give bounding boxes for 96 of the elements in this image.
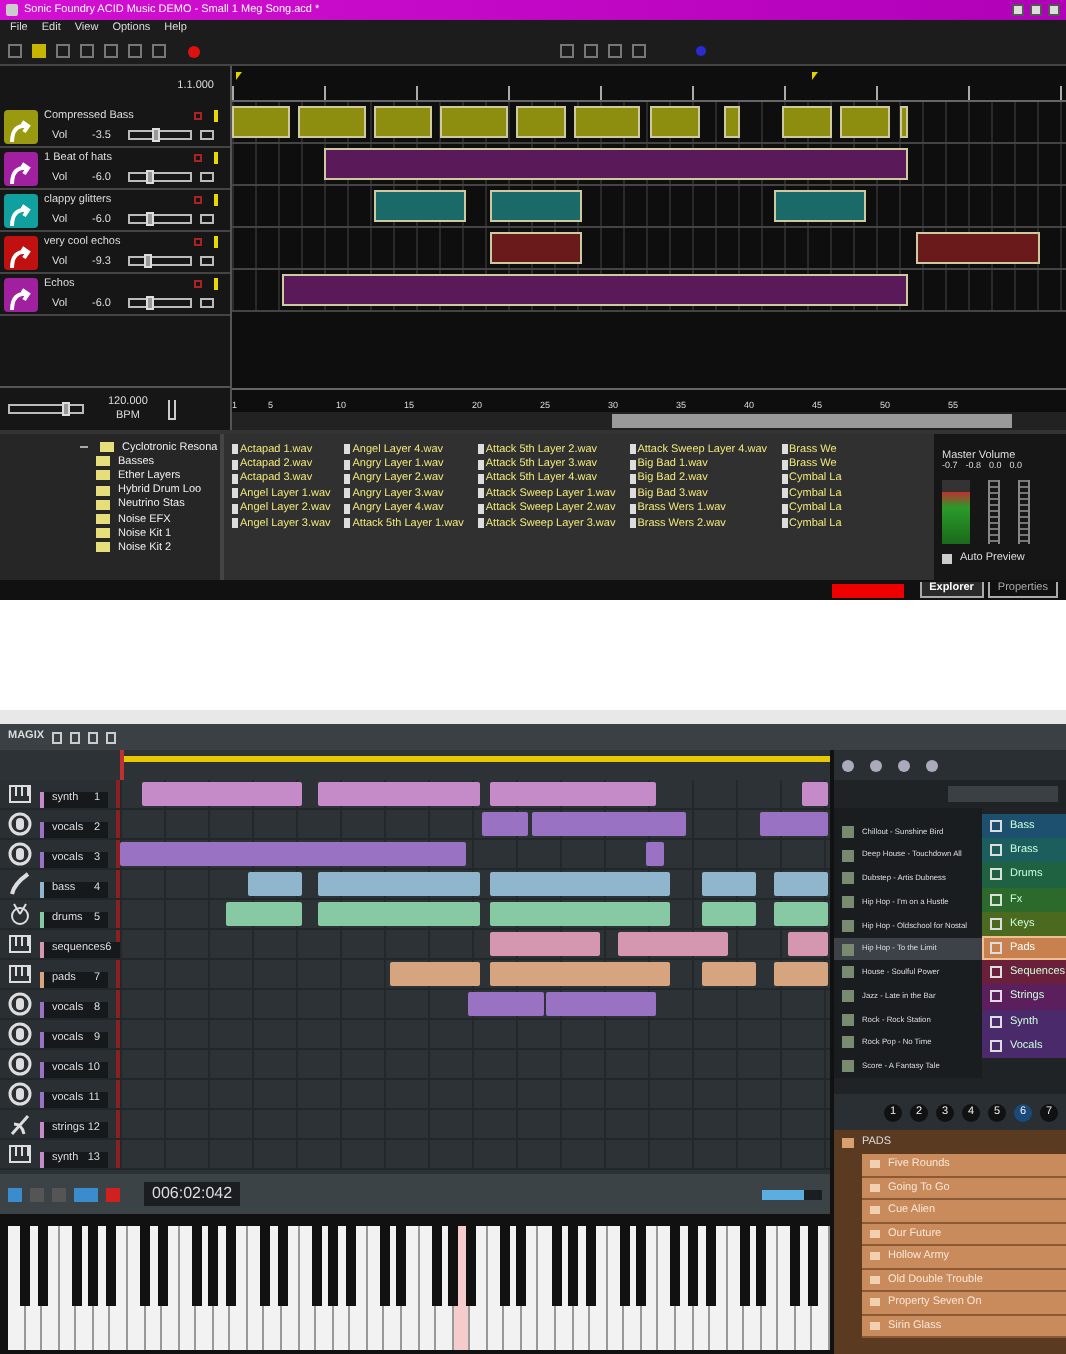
volume-fader[interactable]	[1018, 479, 1030, 544]
audio-clip[interactable]	[440, 106, 508, 138]
slider-thumb[interactable]	[61, 402, 69, 416]
audio-clip[interactable]	[546, 992, 657, 1016]
audio-clip[interactable]	[373, 106, 433, 138]
audio-clip[interactable]	[773, 902, 828, 926]
audio-clip[interactable]	[482, 812, 529, 836]
audio-clip[interactable]	[702, 902, 757, 926]
microphone-icon	[8, 842, 32, 866]
volume-slider[interactable]	[128, 214, 192, 225]
audio-clip[interactable]	[773, 962, 828, 986]
audio-clip[interactable]	[389, 962, 480, 986]
scrollbar-thumb[interactable]	[612, 414, 1012, 428]
guitar-icon	[8, 872, 32, 896]
piano-keyboard-drawing[interactable]	[0, 1214, 830, 1354]
keyboard-icon	[8, 932, 32, 956]
audio-clip[interactable]	[141, 782, 302, 806]
audio-clip[interactable]	[774, 190, 866, 222]
drum-icon	[8, 902, 32, 926]
audio-clip[interactable]	[318, 872, 480, 896]
audio-clip[interactable]	[645, 842, 664, 866]
audio-clip[interactable]	[489, 782, 657, 806]
audio-clip[interactable]	[489, 932, 600, 956]
violin-icon	[8, 1112, 32, 1136]
keyboard-icon	[8, 1142, 32, 1166]
audio-clip[interactable]	[787, 932, 828, 956]
minimize-button[interactable]	[1012, 4, 1024, 16]
audio-clip[interactable]	[247, 872, 302, 896]
volume-slider[interactable]	[128, 256, 192, 267]
audio-clip[interactable]	[490, 190, 583, 222]
slider-thumb[interactable]	[146, 296, 155, 311]
audio-clip[interactable]	[489, 902, 671, 926]
loop-button[interactable]	[8, 1187, 22, 1201]
audio-clip[interactable]	[318, 902, 480, 926]
keyboard-icon	[8, 962, 32, 986]
audio-clip[interactable]	[773, 872, 828, 896]
timecode: 006:02:042	[152, 1185, 233, 1203]
audio-clip[interactable]	[515, 106, 566, 138]
audio-clip[interactable]	[490, 232, 583, 264]
audio-clip[interactable]	[724, 106, 741, 138]
maximize-button[interactable]	[1030, 4, 1042, 16]
audio-clip[interactable]	[899, 106, 908, 138]
app-icon	[6, 4, 18, 16]
status-indicator	[831, 583, 904, 597]
volume-slider[interactable]	[762, 1189, 822, 1199]
search-field[interactable]	[948, 786, 1058, 802]
slider-thumb[interactable]	[144, 254, 152, 269]
volume-slider[interactable]	[128, 130, 192, 141]
audio-clip[interactable]	[226, 902, 302, 926]
marker-icon	[812, 72, 818, 80]
tuning-fork-icon	[167, 399, 176, 419]
audio-clip[interactable]	[373, 190, 466, 222]
audio-clip[interactable]	[323, 148, 908, 180]
volume-fader[interactable]	[988, 479, 1000, 544]
mute-icon[interactable]	[194, 280, 202, 289]
audio-clip[interactable]	[840, 106, 891, 138]
audio-clip[interactable]	[617, 932, 728, 956]
volume-slider[interactable]	[128, 298, 192, 309]
mute-icon[interactable]	[194, 196, 202, 205]
audio-clip[interactable]	[120, 842, 466, 866]
mute-icon[interactable]	[194, 154, 202, 163]
record-button[interactable]	[188, 45, 200, 57]
audio-clip[interactable]	[531, 812, 686, 836]
audio-clip[interactable]	[318, 782, 480, 806]
audio-clip[interactable]	[702, 962, 757, 986]
marker-icon	[236, 72, 242, 80]
mute-icon[interactable]	[194, 112, 202, 121]
audio-clip[interactable]	[915, 232, 1041, 264]
microphone-icon	[8, 1052, 32, 1076]
audio-clip[interactable]	[573, 106, 641, 138]
audio-clip[interactable]	[759, 812, 828, 836]
close-button[interactable]	[1048, 4, 1060, 16]
slider-thumb[interactable]	[146, 212, 155, 227]
audio-clip[interactable]	[801, 782, 828, 806]
microphone-icon	[8, 812, 32, 836]
audio-clip[interactable]	[782, 106, 833, 138]
slider-thumb[interactable]	[146, 170, 155, 185]
level-meter	[942, 479, 970, 544]
audio-clip[interactable]	[232, 106, 291, 138]
volume-slider[interactable]	[128, 172, 192, 183]
audio-clip[interactable]	[649, 106, 700, 138]
master-slider[interactable]	[8, 404, 84, 414]
mute-icon[interactable]	[194, 238, 202, 247]
audio-clip[interactable]	[702, 872, 757, 896]
audio-clip[interactable]	[298, 106, 366, 138]
audio-clip[interactable]	[489, 962, 671, 986]
keyboard-icon	[8, 782, 32, 806]
microphone-icon	[8, 992, 32, 1016]
audio-clip[interactable]	[489, 872, 671, 896]
slider-thumb[interactable]	[152, 128, 161, 143]
audio-clip[interactable]	[282, 274, 908, 306]
microphone-icon	[8, 1082, 32, 1106]
audio-clip[interactable]	[467, 992, 544, 1016]
microphone-icon	[8, 1022, 32, 1046]
play-button[interactable]	[74, 1187, 98, 1201]
checkbox[interactable]	[942, 553, 952, 563]
